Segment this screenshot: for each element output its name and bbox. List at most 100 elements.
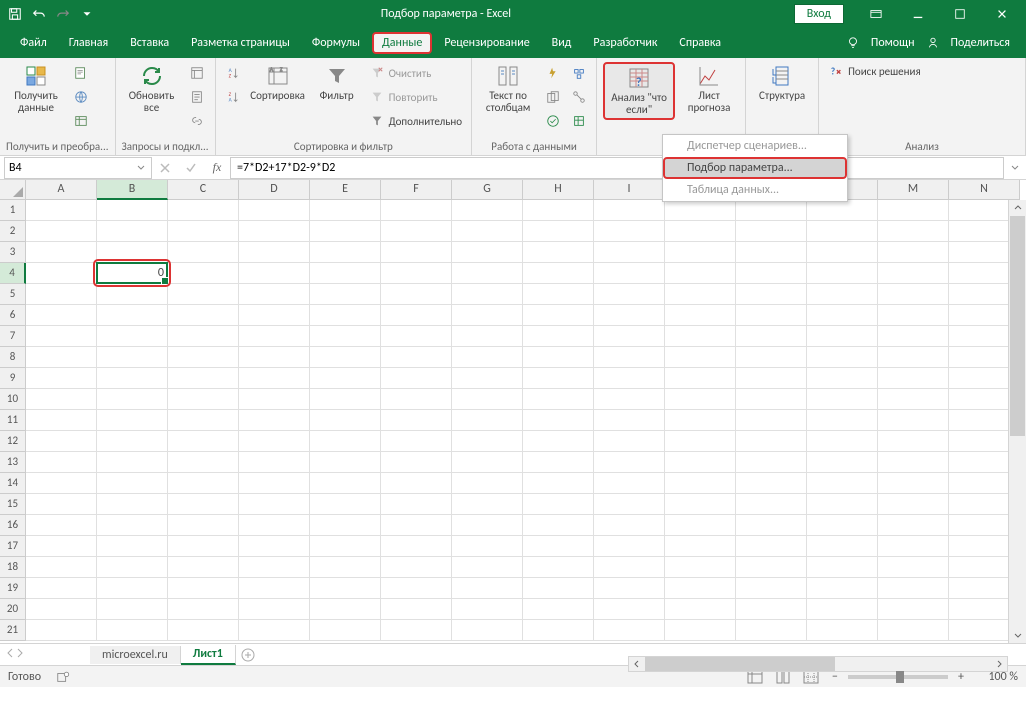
- cell[interactable]: [736, 326, 807, 347]
- cell[interactable]: [807, 200, 878, 221]
- cell[interactable]: [168, 494, 239, 515]
- row-header[interactable]: 21: [0, 620, 26, 641]
- column-header[interactable]: F: [381, 180, 452, 200]
- cell[interactable]: [239, 578, 310, 599]
- cell[interactable]: [239, 284, 310, 305]
- cell[interactable]: [523, 389, 594, 410]
- column-header[interactable]: N: [949, 180, 1020, 200]
- cell[interactable]: [97, 242, 168, 263]
- zoom-in-button[interactable]: +: [954, 670, 968, 684]
- cell[interactable]: [807, 494, 878, 515]
- cell[interactable]: [26, 410, 97, 431]
- cell[interactable]: [878, 326, 949, 347]
- cell[interactable]: [26, 620, 97, 641]
- cell[interactable]: [239, 494, 310, 515]
- cell[interactable]: [736, 389, 807, 410]
- scenario-manager-item[interactable]: Диспетчер сценариев...: [663, 135, 847, 157]
- row-header[interactable]: 19: [0, 578, 26, 599]
- cell[interactable]: [878, 200, 949, 221]
- cell[interactable]: [310, 620, 381, 641]
- cell[interactable]: [310, 326, 381, 347]
- cell[interactable]: [594, 452, 665, 473]
- share-button[interactable]: Поделиться: [945, 32, 1016, 54]
- lightbulb-icon[interactable]: [845, 35, 861, 51]
- column-header[interactable]: M: [878, 180, 949, 200]
- cell[interactable]: [310, 578, 381, 599]
- cell[interactable]: [594, 494, 665, 515]
- tab-insert[interactable]: Вставка: [120, 32, 179, 54]
- cell[interactable]: [665, 221, 736, 242]
- sheet-tab-1[interactable]: microexcel.ru: [90, 646, 181, 664]
- vertical-scrollbar[interactable]: [1008, 200, 1026, 643]
- cell[interactable]: [736, 263, 807, 284]
- cell[interactable]: [26, 221, 97, 242]
- column-header[interactable]: H: [523, 180, 594, 200]
- horizontal-scrollbar[interactable]: [628, 656, 1008, 672]
- tab-view[interactable]: Вид: [542, 32, 582, 54]
- cell[interactable]: [736, 242, 807, 263]
- scroll-thumb[interactable]: [1010, 216, 1025, 436]
- cell[interactable]: [594, 305, 665, 326]
- cell[interactable]: [239, 473, 310, 494]
- row-header[interactable]: 5: [0, 284, 26, 305]
- cell[interactable]: [310, 200, 381, 221]
- cell[interactable]: [452, 263, 523, 284]
- cell[interactable]: [878, 599, 949, 620]
- cell[interactable]: [381, 494, 452, 515]
- cell[interactable]: [594, 221, 665, 242]
- row-header[interactable]: 6: [0, 305, 26, 326]
- cell[interactable]: [97, 578, 168, 599]
- cell[interactable]: [239, 410, 310, 431]
- cell[interactable]: [452, 494, 523, 515]
- scroll-left-icon[interactable]: [629, 657, 645, 671]
- cell[interactable]: [381, 242, 452, 263]
- cell[interactable]: [239, 452, 310, 473]
- cell[interactable]: [878, 536, 949, 557]
- cell[interactable]: [381, 515, 452, 536]
- cell[interactable]: [594, 200, 665, 221]
- cell[interactable]: [97, 368, 168, 389]
- cell[interactable]: [381, 200, 452, 221]
- cell[interactable]: [168, 389, 239, 410]
- cell[interactable]: [26, 515, 97, 536]
- cell[interactable]: [878, 305, 949, 326]
- cell[interactable]: [26, 557, 97, 578]
- cell[interactable]: [26, 536, 97, 557]
- cell[interactable]: [239, 599, 310, 620]
- cell[interactable]: [523, 326, 594, 347]
- cell[interactable]: [97, 473, 168, 494]
- cell[interactable]: [168, 263, 239, 284]
- data-table-item[interactable]: Таблица данных...: [663, 179, 847, 201]
- column-header[interactable]: I: [594, 180, 665, 200]
- row-header[interactable]: 4: [0, 263, 26, 284]
- cell[interactable]: [310, 242, 381, 263]
- cell[interactable]: [594, 410, 665, 431]
- cell[interactable]: [523, 200, 594, 221]
- cell[interactable]: [168, 242, 239, 263]
- redo-icon[interactable]: [52, 3, 74, 25]
- column-header[interactable]: E: [310, 180, 381, 200]
- cell[interactable]: [736, 620, 807, 641]
- refresh-all-button[interactable]: Обновить все: [122, 62, 182, 116]
- cell[interactable]: [26, 242, 97, 263]
- cell[interactable]: [807, 578, 878, 599]
- cell[interactable]: [736, 452, 807, 473]
- undo-icon[interactable]: [28, 3, 50, 25]
- cell[interactable]: [878, 263, 949, 284]
- row-header[interactable]: 14: [0, 473, 26, 494]
- cell[interactable]: [239, 431, 310, 452]
- cell[interactable]: [168, 326, 239, 347]
- cell[interactable]: [97, 305, 168, 326]
- cell[interactable]: [736, 431, 807, 452]
- tab-data[interactable]: Данные: [372, 32, 432, 54]
- cell[interactable]: [807, 305, 878, 326]
- cell[interactable]: [594, 557, 665, 578]
- cell[interactable]: [239, 557, 310, 578]
- cell[interactable]: [310, 221, 381, 242]
- scroll-thumb[interactable]: [645, 657, 835, 671]
- cell[interactable]: [97, 536, 168, 557]
- cell[interactable]: [168, 284, 239, 305]
- cell[interactable]: [807, 221, 878, 242]
- cell[interactable]: [807, 599, 878, 620]
- select-all-corner[interactable]: [0, 180, 26, 200]
